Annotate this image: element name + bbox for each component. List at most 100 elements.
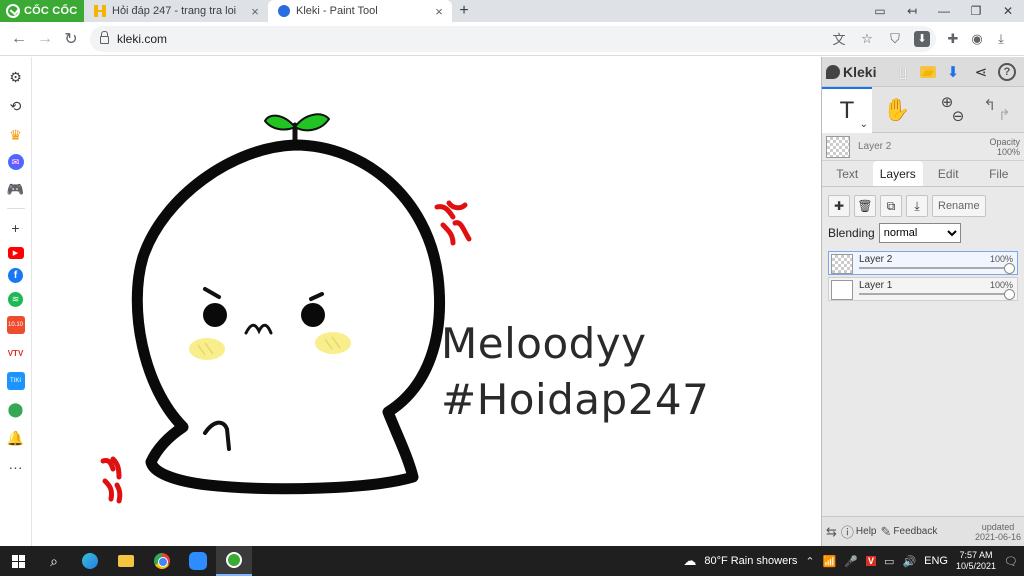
redo-icon[interactable]: ↱: [998, 106, 1011, 124]
feedback-label: Feedback: [893, 526, 938, 537]
new-image-icon[interactable]: ▯: [892, 61, 914, 83]
coccoc-icon: [226, 552, 242, 568]
sprout-left-leaf: [263, 114, 297, 131]
lock-icon[interactable]: [100, 31, 109, 44]
layer-list-item[interactable]: Layer 2 100%: [828, 251, 1018, 275]
shopee-icon[interactable]: 10.10: [6, 316, 25, 334]
zoom-out-icon[interactable]: ⊖: [952, 109, 965, 124]
left-eye: [203, 303, 227, 327]
battery-icon[interactable]: ▭: [884, 555, 894, 568]
url-text[interactable]: kleki.com: [117, 32, 822, 46]
taskbar-explorer[interactable]: [108, 546, 144, 576]
layer-list-item[interactable]: Layer 1 100%: [828, 277, 1018, 301]
search-button[interactable]: ⌕: [36, 546, 72, 576]
translate-icon[interactable]: 文: [830, 30, 848, 48]
blending-select[interactable]: normal: [878, 223, 961, 243]
gamepad-icon[interactable]: 🎮: [6, 179, 26, 199]
vtv-go-icon[interactable]: VTV: [6, 343, 26, 363]
language-indicator[interactable]: ENG: [924, 555, 948, 567]
merge-layer-button[interactable]: ⤓: [906, 195, 928, 217]
add-shortcut-icon[interactable]: +: [6, 218, 26, 238]
tab-edit[interactable]: Edit: [923, 161, 974, 186]
layer-opacity-slider[interactable]: [859, 289, 1015, 300]
profile-icon[interactable]: ◉: [968, 30, 986, 48]
shield-icon[interactable]: ⛉: [886, 30, 904, 48]
feedback-button[interactable]: ✎ Feedback: [881, 524, 938, 540]
clock[interactable]: 7:57 AM 10/5/2021: [956, 550, 996, 572]
drawing-artwork: [100, 113, 472, 504]
start-button[interactable]: [0, 546, 36, 576]
kleki-side-panel: Kleki ▯ ▰ ⬇ ⋖ ? T ⌄ ✋ ⊕ ⊖ ↰ ↱ Layer 2 Opa…: [821, 57, 1024, 546]
more-icon[interactable]: ···: [6, 457, 26, 477]
weather-cloud-icon[interactable]: ☁: [683, 553, 696, 569]
youtube-icon[interactable]: ▶: [7, 247, 24, 259]
notifications-bell-icon[interactable]: 🔔: [6, 428, 26, 448]
map-pin-icon[interactable]: ⬤: [6, 399, 26, 419]
anger-mark-bottom: [100, 456, 123, 504]
updated-info[interactable]: updated 2021-06-16: [975, 522, 1021, 542]
add-layer-button[interactable]: ✚: [828, 195, 850, 217]
close-icon[interactable]: ×: [248, 4, 262, 19]
microphone-icon[interactable]: 🎤: [844, 555, 858, 568]
taskbar-edge[interactable]: [72, 546, 108, 576]
maximize-button[interactable]: ❐: [960, 4, 992, 18]
taskbar-chrome[interactable]: [144, 546, 180, 576]
text-tool-button[interactable]: T ⌄: [822, 86, 872, 133]
opacity-value: 100%: [996, 146, 1020, 157]
delete-layer-button[interactable]: 🗑: [854, 195, 876, 217]
weather-text[interactable]: 80°F Rain showers: [704, 555, 797, 567]
back-history-icon[interactable]: ↤: [896, 4, 928, 18]
forward-button[interactable]: →: [32, 26, 58, 52]
unikey-v-icon[interactable]: V: [866, 556, 877, 566]
close-window-button[interactable]: ✕: [992, 4, 1024, 18]
tab-text[interactable]: Text: [822, 161, 873, 186]
show-hidden-icons[interactable]: ⌃: [805, 555, 814, 568]
drawing-canvas[interactable]: Meloodyy #Hoidap247: [33, 57, 821, 546]
messenger-icon[interactable]: ✉: [7, 154, 24, 170]
minimize-button[interactable]: —: [928, 4, 960, 18]
cast-icon[interactable]: ▭: [864, 4, 896, 18]
hand-tool-button[interactable]: ✋: [872, 87, 922, 133]
duplicate-layer-button[interactable]: ⧉: [880, 195, 902, 217]
facebook-icon[interactable]: f: [8, 268, 23, 283]
undo-icon[interactable]: ↰: [983, 96, 996, 124]
tab-hoidap[interactable]: Hỏi đáp 247 - trang tra loi ×: [84, 0, 268, 22]
back-button[interactable]: ←: [6, 26, 32, 52]
swap-side-button[interactable]: ⇆: [826, 524, 837, 540]
downloads-icon[interactable]: ⤓: [992, 30, 1010, 48]
taskbar-zoom[interactable]: [180, 546, 216, 576]
rename-layer-button[interactable]: Rename: [932, 195, 986, 217]
savior-download-icon[interactable]: ⬇: [914, 30, 930, 47]
settings-gear-icon[interactable]: ⚙: [6, 67, 26, 87]
address-bar[interactable]: kleki.com 文 ☆ ⛉ ⬇: [90, 25, 936, 52]
tab-layers[interactable]: Layers: [872, 161, 923, 186]
layer-name: Layer 2: [859, 254, 893, 265]
volume-icon[interactable]: 🔊: [902, 555, 916, 568]
save-download-icon[interactable]: ⬇: [942, 61, 964, 83]
bookmark-star-icon[interactable]: ☆: [858, 30, 876, 48]
help-icon[interactable]: ?: [998, 62, 1016, 81]
chevron-down-icon[interactable]: ⌄: [860, 119, 868, 130]
tab-file[interactable]: File: [974, 161, 1024, 186]
close-icon[interactable]: ×: [432, 4, 446, 19]
notification-center-icon[interactable]: 🗨: [1004, 555, 1018, 568]
spotify-icon[interactable]: ≋: [8, 292, 23, 307]
share-icon[interactable]: ⋖: [970, 61, 992, 83]
history-icon[interactable]: ⟲: [6, 96, 26, 116]
reload-button[interactable]: ↻: [58, 26, 84, 52]
taskbar-coccoc[interactable]: [216, 546, 252, 576]
kleki-logo[interactable]: Kleki: [826, 64, 886, 80]
help-button[interactable]: ⓘ Help: [841, 522, 877, 541]
tiki-icon[interactable]: TIKI: [6, 372, 25, 390]
network-icon[interactable]: 📶: [823, 555, 837, 568]
layer-opacity-slider[interactable]: [859, 263, 1015, 274]
tab-kleki[interactable]: Kleki - Paint Tool ×: [268, 0, 452, 22]
extensions-puzzle-icon[interactable]: ✚: [944, 30, 962, 48]
canvas-text-name: Meloodyy: [441, 319, 647, 368]
new-tab-button[interactable]: +: [452, 0, 476, 22]
coccoc-menu-button[interactable]: CỐC CỐC: [0, 0, 84, 22]
crown-icon[interactable]: ♛: [6, 125, 26, 145]
open-folder-icon[interactable]: ▰: [920, 64, 936, 81]
tab-strip: CỐC CỐC Hỏi đáp 247 - trang tra loi × Kl…: [0, 0, 1024, 22]
right-blush: [315, 332, 351, 354]
